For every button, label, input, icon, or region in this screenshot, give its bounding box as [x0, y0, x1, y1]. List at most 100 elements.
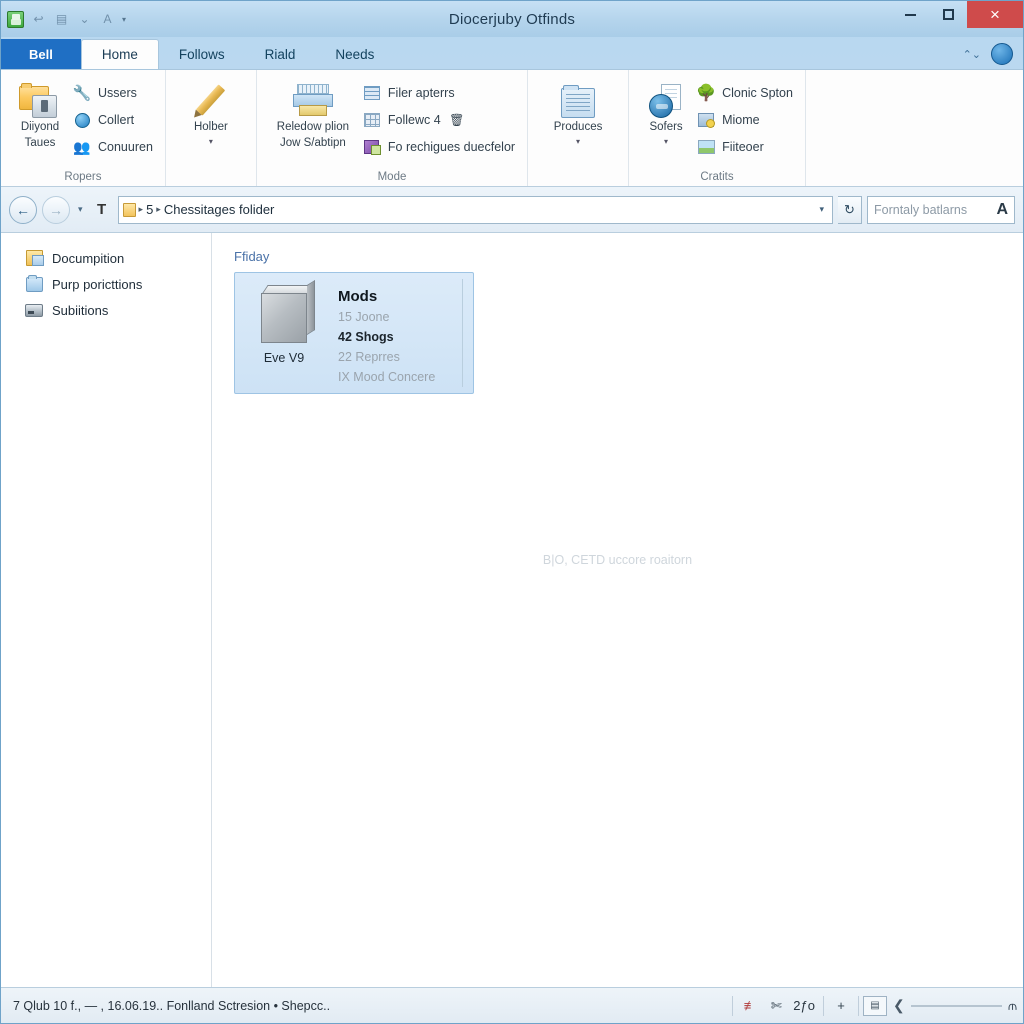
main-body: Documpition Purp poricttions Subiitions … [1, 233, 1023, 987]
status-text: 7 Qlub 10 f., — , 16.06.19.. Fonlland Sc… [13, 998, 331, 1013]
window-controls: × [891, 1, 1023, 37]
trash-icon[interactable]: 🗑 [448, 111, 466, 129]
drive-icon [25, 302, 43, 318]
search-icon[interactable]: A [996, 201, 1008, 219]
sidebar-item-purp-poricttions[interactable]: Purp poricttions [1, 271, 211, 297]
filter-red-icon[interactable]: ≢ [737, 994, 763, 1018]
wrench-icon: 🔧 [72, 85, 92, 102]
forward-button[interactable]: → [42, 195, 70, 224]
history-dropdown-icon[interactable]: ▾ [75, 204, 86, 215]
ribbon-button-holber[interactable]: Holber ▾ [178, 78, 244, 148]
ribbon-group-holber: Holber ▾ [166, 70, 257, 186]
refresh-button[interactable]: ↻ [838, 195, 862, 224]
chevron-down-icon[interactable]: ▾ [664, 135, 668, 148]
breadcrumb-item-1[interactable]: Chessitages folider [164, 202, 275, 217]
ribbon-group-label [528, 168, 628, 186]
ribbon-button-conuuren[interactable]: 👥 Conuuren [73, 136, 159, 158]
customize-caret-icon[interactable]: ▾ [122, 15, 126, 24]
ribbon-button-fiiteoer[interactable]: Fiiteoer [697, 136, 799, 158]
ribbon-group-ropers: Diiyond Taues 🔧 Ussers Collert 👥 Conuure… [1, 70, 166, 186]
ribbon-button-label: Follewc 4 [387, 113, 441, 127]
undo-icon[interactable]: ↩ [30, 11, 47, 28]
tree-icon: 🌳 [696, 85, 717, 102]
slider-knob[interactable]: ⫙ [1008, 998, 1017, 1014]
grid-lines-icon [363, 84, 381, 102]
ribbon-button-label: Conuuren [98, 140, 153, 154]
ribbon-button-label: Fiiteoer [722, 140, 764, 154]
ribbon-button-miome[interactable]: Miome [697, 109, 799, 131]
ribbon-button-sofers[interactable]: Sofers ▾ [635, 78, 697, 148]
ribbon-button-clonic-spton[interactable]: 🌳 Clonic Spton [696, 82, 799, 104]
tile-row: Eve V9 Mods 15 Joone 42 Shogs 22 Reprres… [212, 272, 1023, 394]
chevron-collapse-icon[interactable]: ⌃⌄ [963, 48, 981, 61]
cube-box-icon [253, 280, 315, 345]
ribbon-group-label: Ropers [64, 171, 102, 183]
printer-folder-icon [292, 82, 333, 118]
close-button[interactable]: × [967, 1, 1023, 28]
empty-state-watermark: B|O, CETD uccore roaitorn [542, 553, 693, 567]
ribbon-button-ussers[interactable]: 🔧 Ussers [73, 82, 159, 104]
ribbon-button-label: Diiyond [20, 121, 60, 133]
ribbon-button-label: Reledow plion [276, 121, 350, 133]
sidebar-item-label: Subiitions [52, 302, 109, 318]
ribbon-group-label: Mode [377, 171, 407, 183]
ribbon-button-label: Miome [722, 113, 760, 127]
ribbon-button-reledow-plion[interactable]: Reledow plion Jow S/abtipn [263, 78, 363, 150]
file-explorer-window: ↩ ▤ ⌄ A ▾ Diocerjuby Otfinds × Bell Home… [0, 0, 1024, 1024]
breadcrumb-item-0[interactable]: 5 [146, 202, 153, 217]
slider-track[interactable] [910, 1004, 1002, 1007]
sidebar-item-documpition[interactable]: Documpition [1, 245, 211, 271]
slider-left-icon[interactable]: ❮ [893, 997, 905, 1014]
tab-follows[interactable]: Follows [159, 39, 245, 69]
sidebar-item-subiitions[interactable]: Subiitions [1, 297, 211, 323]
chevron-down-icon[interactable]: ▾ [576, 135, 580, 148]
tile-details: Mods 15 Joone 42 Shogs 22 Reprres IX Moo… [337, 279, 446, 387]
maximize-button[interactable] [929, 1, 967, 28]
back-button[interactable]: ← [9, 195, 37, 224]
share-globe-icon [649, 82, 683, 118]
ribbon-button-label2: Taues [24, 137, 56, 149]
picture-icon [697, 138, 715, 156]
ribbon-button-diiyond-taues[interactable]: Diiyond Taues [7, 78, 73, 150]
dropdown-icon[interactable]: ⌄ [76, 11, 93, 28]
search-input[interactable]: Forntaly batlarns A [867, 195, 1015, 224]
chevron-down-icon[interactable]: ▾ [819, 204, 828, 215]
minimize-button[interactable] [891, 1, 929, 28]
help-icon[interactable] [991, 43, 1013, 65]
ribbon-button-label: Filer apterrs [387, 86, 455, 100]
window-title: Diocerjuby Otfinds [448, 10, 576, 28]
scissors-icon[interactable]: ✄ [763, 994, 789, 1018]
tab-home[interactable]: Home [80, 39, 159, 69]
ribbon-button-filer-apterrs[interactable]: Filer apterrs [363, 82, 521, 104]
chevron-down-icon[interactable]: ▾ [209, 135, 213, 148]
ribbon-group-label: Cratits [700, 171, 734, 183]
ribbon-button-label2: Jow S/abtipn [279, 137, 346, 149]
title-bar: ↩ ▤ ⌄ A ▾ Diocerjuby Otfinds × [1, 1, 1023, 37]
blue-folder-icon [25, 274, 43, 292]
details-view-icon[interactable]: ▤ [863, 995, 887, 1016]
file-list-pane[interactable]: Ffiday Eve V9 Mods 15 Joone 42 Shogs 22 … [212, 233, 1023, 987]
tab-file[interactable]: Bell [1, 39, 81, 69]
ribbon-group-cratits: Sofers ▾ 🌳 Clonic Spton Miome Fiiteoer C… [629, 70, 806, 186]
detail-line-1: 15 Joone [338, 310, 390, 324]
breadcrumb[interactable]: ▸ 5 ▸ Chessitages folider ▾ [117, 195, 833, 224]
ribbon-button-follewc[interactable]: Follewc 4 🗑 [363, 109, 521, 131]
save-icon[interactable]: ▤ [53, 11, 70, 28]
people-icon: 👥 [73, 138, 91, 155]
list-item[interactable]: Eve V9 Mods 15 Joone 42 Shogs 22 Reprres… [234, 272, 474, 394]
zoom-slider[interactable]: ❮ ⫙ [887, 997, 1017, 1014]
app-save-icon[interactable] [7, 10, 24, 28]
font-icon[interactable]: A [99, 11, 116, 28]
add-icon[interactable]: + [828, 994, 854, 1018]
item-count: 2ƒo [793, 998, 815, 1013]
ribbon-button-fo-rechigues-duecfelor[interactable]: Fo rechigues duecfelor [363, 136, 521, 158]
detail-line-3: 22 Reprres [338, 350, 400, 364]
ribbon-small-buttons-mode: Filer apterrs Follewc 4 🗑 Fo rechigues d… [363, 78, 521, 158]
up-button[interactable]: T [91, 197, 113, 223]
ribbon-button-produces[interactable]: Produces ▾ [542, 78, 614, 148]
ribbon-button-collert[interactable]: Collert [73, 109, 159, 131]
tab-riald[interactable]: Riald [245, 39, 316, 69]
tile-divider [462, 279, 463, 387]
sidebar-item-label: Purp poricttions [52, 276, 143, 292]
tab-needs[interactable]: Needs [315, 39, 394, 69]
